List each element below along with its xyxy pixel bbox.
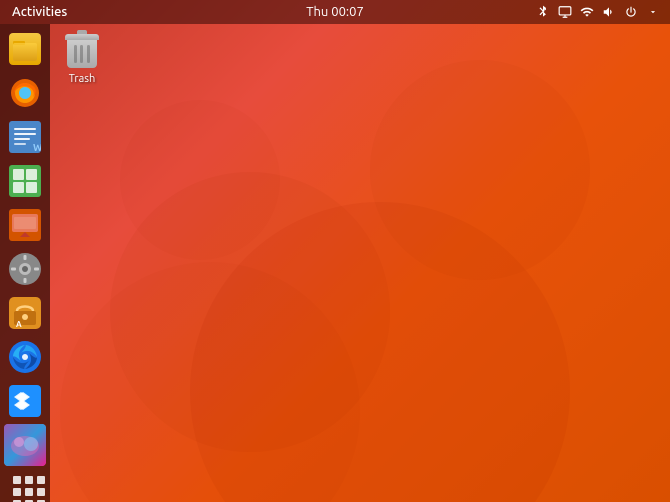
- network-tray-icon[interactable]: [578, 3, 596, 21]
- system-tray: [534, 3, 662, 21]
- dock-item-calc[interactable]: [4, 160, 46, 202]
- photo-icon: [4, 424, 46, 466]
- display-tray-icon[interactable]: [556, 3, 574, 21]
- appstore-icon: A: [9, 297, 41, 329]
- impress-icon: [9, 209, 41, 241]
- activities-button[interactable]: Activities: [8, 0, 71, 24]
- desktop: Activities Thu 00:07: [0, 0, 670, 502]
- dock-item-impress[interactable]: [4, 204, 46, 246]
- wallpaper-decoration: [370, 60, 590, 280]
- dock-item-photo[interactable]: [4, 424, 46, 466]
- files-icon: [9, 33, 41, 65]
- dock-item-firefox[interactable]: [4, 72, 46, 114]
- sidebar-dock: W: [0, 24, 50, 502]
- writer-icon: W: [9, 121, 41, 153]
- power-tray-icon[interactable]: [622, 3, 640, 21]
- volume-tray-icon[interactable]: [600, 3, 618, 21]
- calc-icon: [9, 165, 41, 197]
- dock-item-writer[interactable]: W: [4, 116, 46, 158]
- clock: Thu 00:07: [306, 5, 364, 19]
- wallpaper-decoration: [120, 100, 280, 260]
- dock-item-appstore[interactable]: A: [4, 292, 46, 334]
- dropbox-icon: [9, 385, 41, 417]
- show-apps-icon: [9, 472, 41, 502]
- trash-line: [80, 45, 83, 63]
- svg-text:A: A: [16, 320, 22, 329]
- firefox-icon: [9, 77, 41, 109]
- trash-line: [74, 45, 77, 63]
- dock-item-settings[interactable]: [4, 248, 46, 290]
- svg-text:W: W: [33, 142, 41, 153]
- trash-desktop-icon[interactable]: Trash: [62, 30, 102, 89]
- trash-icon-visual: [66, 34, 98, 70]
- dock-item-files[interactable]: [4, 28, 46, 70]
- settings-icon: [9, 253, 41, 285]
- tray-dropdown-icon[interactable]: [644, 3, 662, 21]
- dock-show-applications[interactable]: [4, 470, 46, 502]
- dock-item-dropbox[interactable]: [4, 380, 46, 422]
- trash-line: [87, 45, 90, 63]
- top-panel: Activities Thu 00:07: [0, 0, 670, 24]
- bluetooth-tray-icon[interactable]: [534, 3, 552, 21]
- dock-item-app2[interactable]: [4, 336, 46, 378]
- app2-icon: [9, 341, 41, 373]
- trash-label: Trash: [69, 73, 96, 85]
- trash-body: [67, 40, 97, 68]
